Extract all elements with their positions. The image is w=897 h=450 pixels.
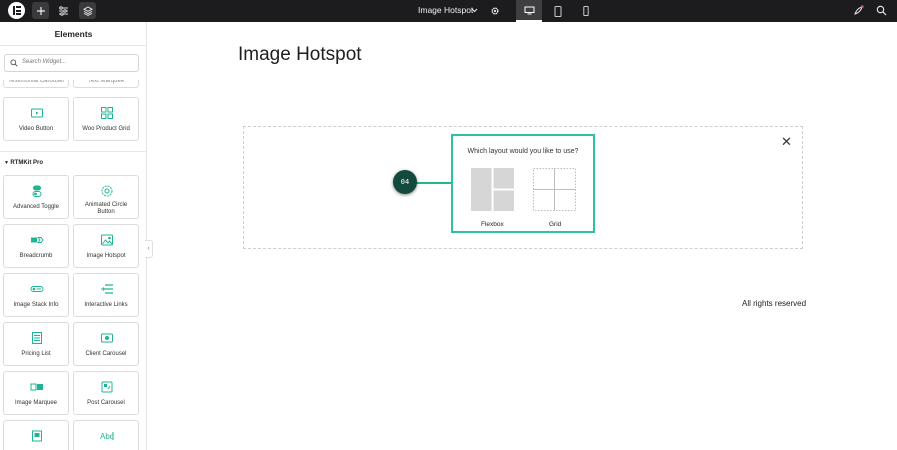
divider	[0, 45, 146, 46]
hotspot-connector	[414, 182, 452, 184]
grid-label: Grid	[549, 221, 562, 228]
rocket-icon[interactable]	[853, 5, 864, 16]
widget-woo-product-grid[interactable]: Woo Product Grid	[73, 97, 139, 141]
widget-partial-left[interactable]	[3, 420, 69, 450]
client-carousel-icon	[101, 333, 113, 343]
video-button-icon	[31, 108, 43, 118]
layers-icon	[82, 5, 93, 16]
sliders-icon	[59, 5, 68, 16]
widget-image-marquee[interactable]: Image Marquee	[3, 371, 69, 415]
footer-text: All rights reserved	[742, 299, 807, 308]
layout-chooser: Which layout would you like to use? Flex…	[451, 134, 595, 233]
mobile-view-button[interactable]	[573, 0, 599, 22]
widget-partial-right[interactable]: Abc	[73, 420, 139, 450]
widget-interactive-links[interactable]: Interactive Links	[73, 273, 139, 317]
widget-image-hotspot[interactable]: Image Hotspot	[73, 224, 139, 268]
layout-question: Which layout would you like to use?	[467, 148, 579, 155]
page-title: Image Hotspot	[238, 44, 362, 65]
search-widget-input[interactable]: Search Widget...	[4, 54, 139, 72]
desktop-icon	[524, 6, 534, 14]
grid-layout-icon	[533, 168, 576, 211]
category-rtmkit-pro[interactable]: ▼ RTMKit Pro	[4, 160, 43, 166]
image-marquee-icon	[30, 383, 43, 391]
widget-video-button[interactable]: Video Button	[3, 97, 69, 141]
divider	[0, 151, 146, 152]
widget-advanced-toggle[interactable]: Advanced Toggle	[3, 175, 69, 219]
text-icon: Abc	[100, 432, 114, 441]
product-grid-icon	[101, 107, 113, 119]
breadcrumb-icon	[31, 237, 44, 243]
widget-client-carousel[interactable]: Client Carousel	[73, 322, 139, 366]
widget-image-stack-info[interactable]: Image Stack Info	[3, 273, 69, 317]
mobile-icon	[583, 6, 589, 16]
add-button[interactable]	[32, 2, 49, 19]
svg-text:Abc: Abc	[100, 432, 114, 441]
search-placeholder: Search Widget...	[22, 59, 67, 65]
gear-icon[interactable]	[490, 6, 500, 16]
image-stack-icon	[30, 286, 44, 292]
interactive-links-icon	[101, 284, 113, 294]
add-icon	[36, 6, 45, 15]
widget-breadcrumb[interactable]: Breadcrumb	[3, 224, 69, 268]
widget-icon	[32, 430, 42, 442]
widget-animated-circle-button[interactable]: Animated Circle Button	[73, 175, 139, 219]
desktop-view-button[interactable]	[516, 0, 542, 22]
chevron-left-icon: ‹	[147, 246, 150, 252]
structure-button[interactable]	[79, 2, 96, 19]
circle-button-icon	[101, 185, 113, 197]
close-icon[interactable]: ✕	[781, 134, 792, 150]
post-carousel-icon	[101, 381, 113, 393]
document-title[interactable]: Image Hotspot	[418, 5, 473, 15]
search-icon	[10, 59, 18, 67]
flexbox-layout-icon	[471, 168, 514, 211]
collapse-panel-button[interactable]: ‹	[145, 240, 153, 258]
top-bar: Image Hotspot	[0, 0, 897, 22]
flexbox-label: Flexbox	[481, 221, 504, 228]
elementor-logo-icon[interactable]	[8, 2, 25, 19]
widget-post-carousel[interactable]: Post Carousel	[73, 371, 139, 415]
toggle-icon	[32, 185, 42, 197]
elements-panel: Elements Search Widget... Testimonial Ca…	[0, 22, 147, 450]
flexbox-option[interactable]	[471, 168, 514, 211]
tablet-icon	[554, 5, 562, 17]
hotspot-marker[interactable]: 04	[393, 170, 417, 194]
site-settings-button[interactable]	[55, 2, 72, 19]
chevron-down-icon[interactable]	[471, 8, 478, 13]
widget-pricing-list[interactable]: Pricing List	[3, 322, 69, 366]
pricing-list-icon	[32, 332, 42, 344]
panel-title: Elements	[54, 29, 93, 39]
grid-option[interactable]	[533, 168, 576, 211]
tablet-view-button[interactable]	[545, 0, 571, 22]
search-icon[interactable]	[876, 5, 887, 16]
image-hotspot-icon	[101, 234, 113, 246]
